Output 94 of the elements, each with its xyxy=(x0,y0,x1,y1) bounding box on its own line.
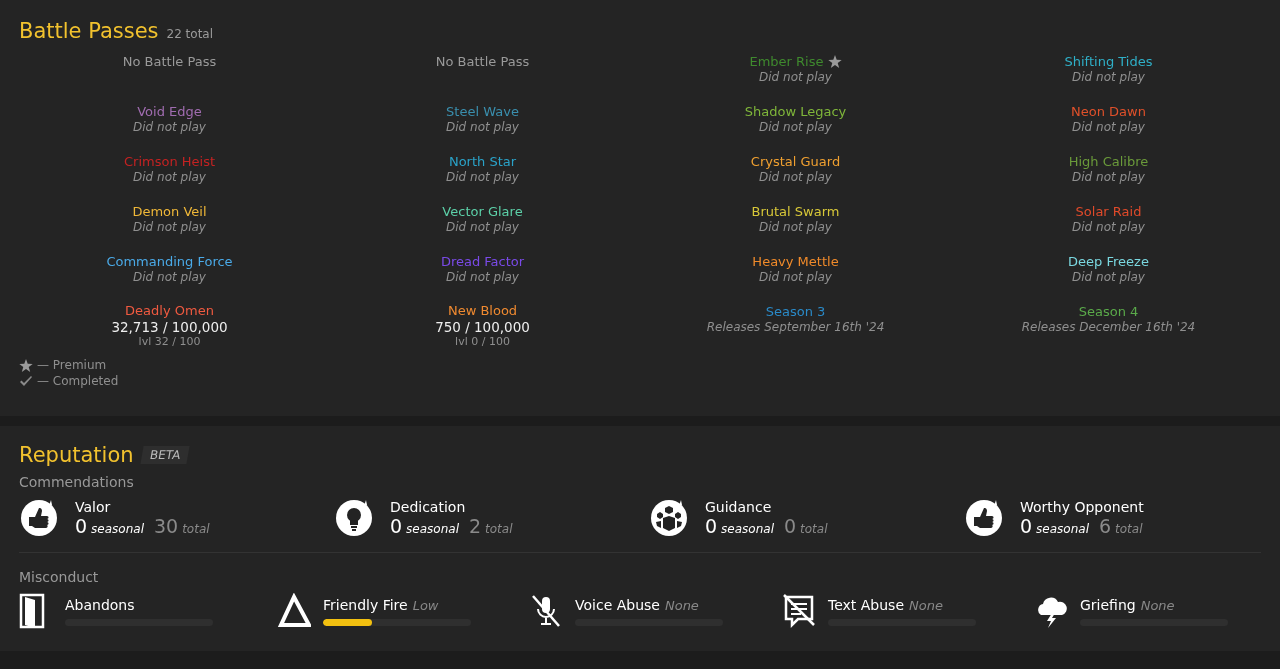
pass-name: Neon Dawn xyxy=(1071,103,1146,119)
commendation-name: Dedication xyxy=(390,499,467,515)
pass-status: Did not play xyxy=(1072,120,1145,134)
pass-name: North Star xyxy=(448,153,517,169)
triangle-icon xyxy=(277,593,311,629)
no-pass-label: No Battle Pass xyxy=(122,53,217,69)
total-label: total xyxy=(800,522,828,536)
pass-name: Steel Wave xyxy=(446,103,519,119)
pass-name: Dread Factor xyxy=(440,253,525,269)
seasonal-count: 0 xyxy=(75,515,88,537)
pass-name: Commanding Force xyxy=(106,253,233,269)
pass-points: 750 / 100,000 xyxy=(435,319,530,335)
pass-name: Crimson Heist xyxy=(123,153,216,169)
no-pass-label: No Battle Pass xyxy=(435,53,530,69)
pass-name: Solar Raid xyxy=(1075,203,1142,219)
seasonal-count: 0 xyxy=(705,515,718,537)
pass-name: Heavy Mettle xyxy=(752,253,839,269)
pass-name: Ember Rise xyxy=(749,53,824,69)
seasonal-label: seasonal xyxy=(1036,522,1089,536)
pass-name: Deadly Omen xyxy=(125,303,214,318)
pass-status: Did not play xyxy=(759,270,832,284)
muted-microphone-icon xyxy=(529,593,563,629)
pass-status: Did not play xyxy=(1072,70,1145,84)
pass-status: Did not play xyxy=(1072,170,1145,184)
seasonal-count: 0 xyxy=(1020,515,1033,537)
total-label: total xyxy=(182,522,210,536)
total-count: 30 xyxy=(153,515,179,537)
pass-name: Crystal Guard xyxy=(750,153,841,169)
pass-level: lvl 32 / 100 xyxy=(138,335,201,348)
misconduct-name: Voice Abuse xyxy=(575,596,660,613)
pass-status: Did not play xyxy=(446,120,519,134)
severity-label: Low xyxy=(412,597,439,613)
pass-name: Season 3 xyxy=(765,303,826,319)
total-label: total xyxy=(485,522,513,536)
pass-status: Did not play xyxy=(446,270,519,284)
pass-status: Did not play xyxy=(759,220,832,234)
subsection-label: Commendations xyxy=(19,474,135,490)
release-date: Releases December 16th '24 xyxy=(1021,320,1196,334)
pass-points: 32,713 / 100,000 xyxy=(111,319,228,335)
seasonal-label: seasonal xyxy=(91,522,144,536)
pass-count: 22 total xyxy=(166,27,214,41)
crossed-message-icon xyxy=(782,593,816,629)
subsection-label: Misconduct xyxy=(19,569,100,585)
pass-status: Did not play xyxy=(446,170,519,184)
seasonal-count: 0 xyxy=(390,515,403,537)
group-icon xyxy=(649,498,689,538)
misconduct-name: Friendly Fire xyxy=(323,596,408,613)
thumbs-up-icon xyxy=(19,498,59,538)
pass-status: Did not play xyxy=(133,220,206,234)
pass-name: Shifting Tides xyxy=(1064,53,1153,69)
pass-status: Did not play xyxy=(133,170,206,184)
pass-level: lvl 0 / 100 xyxy=(455,335,510,348)
pass-status: Did not play xyxy=(446,220,519,234)
pass-name: Deep Freeze xyxy=(1068,253,1149,269)
pass-name: Brutal Swarm xyxy=(751,203,840,219)
commendation-name: Valor xyxy=(75,499,112,515)
misconduct-name: Text Abuse xyxy=(828,596,904,613)
total-count: 2 xyxy=(468,515,482,537)
pass-name: Demon Veil xyxy=(132,203,207,219)
pass-status: Did not play xyxy=(759,70,832,84)
total-count: 6 xyxy=(1098,515,1112,537)
legend-text: — Premium xyxy=(37,358,107,372)
severity-label: None xyxy=(664,597,699,613)
pass-status: Did not play xyxy=(133,120,206,134)
pass-name: Season 4 xyxy=(1078,303,1139,319)
release-date: Releases September 16th '24 xyxy=(706,320,885,334)
section-title: Reputation xyxy=(19,443,134,467)
beta-badge: BETA xyxy=(139,446,190,464)
pass-status: Did not play xyxy=(759,120,832,134)
pass-name: New Blood xyxy=(447,303,518,318)
section-title: Battle Passes xyxy=(19,19,159,43)
pass-status: Did not play xyxy=(133,270,206,284)
legend-text: — Completed xyxy=(37,374,119,388)
seasonal-label: seasonal xyxy=(406,522,459,536)
seasonal-label: seasonal xyxy=(721,522,774,536)
pass-status: Did not play xyxy=(759,170,832,184)
star-icon xyxy=(19,358,33,372)
lightbulb-icon xyxy=(334,498,374,538)
total-label: total xyxy=(1115,522,1143,536)
severity-label: None xyxy=(909,597,943,613)
severity-label: None xyxy=(1140,597,1175,613)
pass-status: Did not play xyxy=(1072,270,1145,284)
pass-name: High Calibre xyxy=(1068,153,1149,169)
commendation-name: Guidance xyxy=(705,499,773,515)
checkmark-icon xyxy=(19,375,33,387)
pass-name: Shadow Legacy xyxy=(744,103,847,119)
pass-name: Void Edge xyxy=(137,103,202,119)
total-count: 0 xyxy=(783,515,797,537)
pass-name: Vector Glare xyxy=(442,203,523,219)
commendation-name: Worthy Opponent xyxy=(1020,499,1144,515)
pass-status: Did not play xyxy=(1072,220,1145,234)
thumbs-up-icon xyxy=(964,498,1004,538)
misconduct-name: Griefing xyxy=(1080,596,1136,613)
misconduct-name: Abandons xyxy=(65,596,135,613)
